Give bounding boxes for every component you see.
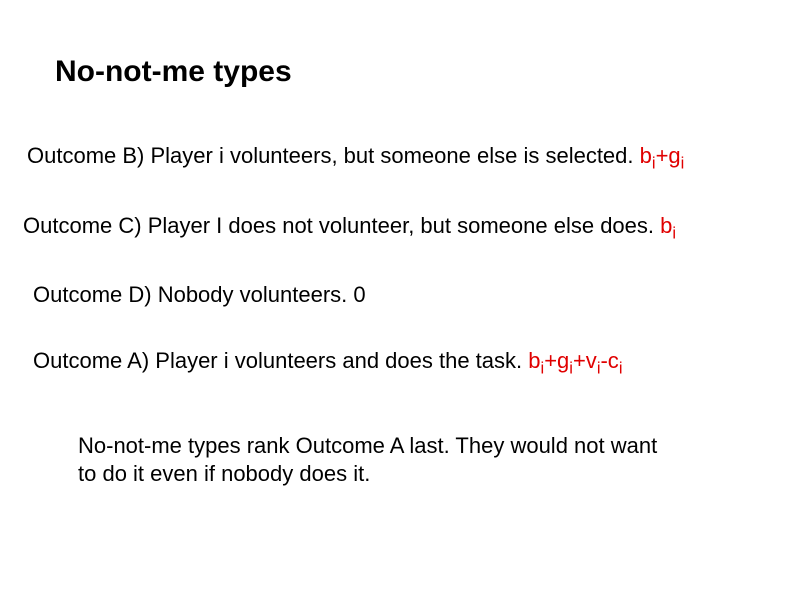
outcome-b-text: Outcome B) Player i volunteers, but some…	[27, 143, 640, 168]
outcome-b: Outcome B) Player i volunteers, but some…	[27, 143, 684, 173]
outcome-a-payoff: bi+gi+vi-ci	[528, 348, 622, 373]
outcome-c-payoff: bi	[660, 213, 676, 238]
summary-text: No-not-me types rank Outcome A last. The…	[78, 432, 668, 487]
outcome-a: Outcome A) Player i volunteers and does …	[33, 348, 622, 378]
outcome-b-payoff: bi+gi	[640, 143, 685, 168]
outcome-d-text: Outcome D) Nobody volunteers. 0	[33, 282, 366, 307]
outcome-a-text: Outcome A) Player i volunteers and does …	[33, 348, 528, 373]
outcome-c: Outcome C) Player I does not volunteer, …	[23, 213, 676, 243]
outcome-c-text: Outcome C) Player I does not volunteer, …	[23, 213, 660, 238]
slide-title: No-not-me types	[55, 55, 292, 89]
outcome-d: Outcome D) Nobody volunteers. 0	[33, 282, 366, 308]
